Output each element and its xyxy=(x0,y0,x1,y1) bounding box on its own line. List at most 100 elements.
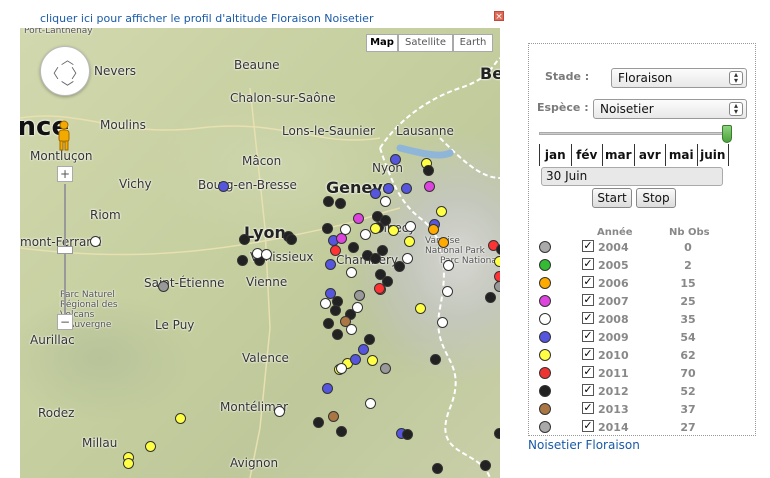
observation-marker[interactable] xyxy=(390,154,401,165)
observation-marker[interactable] xyxy=(430,354,441,365)
observation-marker[interactable] xyxy=(175,413,186,424)
observation-marker[interactable] xyxy=(330,305,341,316)
pan-right-icon[interactable]: 〉 xyxy=(71,63,84,82)
map-view[interactable]: Port-Lanthenay Nevers Beaune Chalon-sur-Saô… xyxy=(20,28,500,478)
observation-marker[interactable] xyxy=(480,460,491,471)
pan-left-icon[interactable]: 〈 xyxy=(46,63,59,82)
observation-marker[interactable] xyxy=(328,411,339,422)
observation-marker[interactable] xyxy=(402,429,413,440)
date-slider-track[interactable] xyxy=(539,132,729,135)
observation-marker[interactable] xyxy=(239,234,250,245)
observation-marker[interactable] xyxy=(340,224,351,235)
year-checkbox[interactable]: ✓ xyxy=(582,312,594,324)
observation-marker[interactable] xyxy=(274,406,285,417)
observation-marker[interactable] xyxy=(352,302,363,313)
observation-marker[interactable] xyxy=(401,183,412,194)
observation-marker[interactable] xyxy=(432,463,443,474)
year-checkbox[interactable]: ✓ xyxy=(582,240,594,252)
start-button[interactable]: Start xyxy=(592,188,632,208)
observation-marker[interactable] xyxy=(346,267,357,278)
observation-marker[interactable] xyxy=(494,428,500,439)
observation-marker[interactable] xyxy=(494,281,500,292)
observation-marker[interactable] xyxy=(442,286,453,297)
observation-marker[interactable] xyxy=(496,244,500,255)
observation-marker[interactable] xyxy=(323,196,334,207)
zoom-slider-knob[interactable] xyxy=(57,246,73,254)
stade-select[interactable]: Floraison ▴ ▾ xyxy=(611,68,747,88)
observation-marker[interactable] xyxy=(374,283,385,294)
observation-marker[interactable] xyxy=(443,260,454,271)
observation-marker[interactable] xyxy=(438,237,449,248)
observation-marker[interactable] xyxy=(365,398,376,409)
observation-marker[interactable] xyxy=(330,245,341,256)
observation-marker[interactable] xyxy=(218,181,229,192)
observation-marker[interactable] xyxy=(437,317,448,328)
observation-marker[interactable] xyxy=(320,298,331,309)
observation-marker[interactable] xyxy=(336,363,347,374)
map-type-satellite-button[interactable]: Satellite xyxy=(398,34,453,52)
observation-marker[interactable] xyxy=(436,206,447,217)
zoom-out-button[interactable]: − xyxy=(57,314,73,330)
year-checkbox[interactable]: ✓ xyxy=(582,366,594,378)
year-checkbox[interactable]: ✓ xyxy=(582,402,594,414)
observation-marker[interactable] xyxy=(313,417,324,428)
observation-marker[interactable] xyxy=(370,188,381,199)
year-checkbox[interactable]: ✓ xyxy=(582,420,594,432)
map-type-earth-button[interactable]: Earth xyxy=(453,34,493,52)
observation-marker[interactable] xyxy=(332,329,343,340)
observation-marker[interactable] xyxy=(123,458,134,469)
map-type-map-button[interactable]: Map xyxy=(366,34,398,52)
observation-marker[interactable] xyxy=(405,221,416,232)
year-checkbox[interactable]: ✓ xyxy=(582,348,594,360)
observation-marker[interactable] xyxy=(364,334,375,345)
altitude-profile-link[interactable]: cliquer ici pour afficher le profil d'al… xyxy=(40,12,373,25)
observation-marker[interactable] xyxy=(323,318,334,329)
observation-marker[interactable] xyxy=(350,354,361,365)
observation-marker[interactable] xyxy=(404,236,415,247)
year-checkbox[interactable]: ✓ xyxy=(582,294,594,306)
observation-marker[interactable] xyxy=(346,324,357,335)
observation-marker[interactable] xyxy=(237,255,248,266)
observation-marker[interactable] xyxy=(485,292,496,303)
pan-control[interactable]: ︿ ﹀ 〈 〉 xyxy=(40,46,90,96)
observation-marker[interactable] xyxy=(336,426,347,437)
observation-marker[interactable] xyxy=(423,165,434,176)
observation-marker[interactable] xyxy=(428,224,439,235)
observation-marker[interactable] xyxy=(353,213,364,224)
observation-marker[interactable] xyxy=(145,441,156,452)
observation-marker[interactable] xyxy=(367,355,378,366)
observation-marker[interactable] xyxy=(380,363,391,374)
observation-marker[interactable] xyxy=(415,303,426,314)
year-checkbox[interactable]: ✓ xyxy=(582,384,594,396)
observation-marker[interactable] xyxy=(380,215,391,226)
observation-marker[interactable] xyxy=(358,344,369,355)
stop-button[interactable]: Stop xyxy=(636,188,676,208)
observation-marker[interactable] xyxy=(424,181,435,192)
espece-select[interactable]: Noisetier ▴ ▾ xyxy=(593,99,747,119)
observation-marker[interactable] xyxy=(348,242,359,253)
observation-marker[interactable] xyxy=(370,253,381,264)
observation-marker[interactable] xyxy=(322,383,333,394)
observation-marker[interactable] xyxy=(383,183,394,194)
observation-marker[interactable] xyxy=(394,261,405,272)
year-checkbox[interactable]: ✓ xyxy=(582,276,594,288)
year-checkbox[interactable]: ✓ xyxy=(582,258,594,270)
observation-marker[interactable] xyxy=(360,229,371,240)
observation-marker[interactable] xyxy=(158,281,169,292)
date-display-field[interactable]: 30 Juin xyxy=(541,167,723,186)
year-checkbox[interactable]: ✓ xyxy=(582,330,594,342)
street-view-pegman-icon[interactable] xyxy=(55,120,73,152)
observation-marker[interactable] xyxy=(370,223,381,234)
observation-marker[interactable] xyxy=(325,259,336,270)
observation-marker[interactable] xyxy=(90,236,101,247)
observation-marker[interactable] xyxy=(388,225,399,236)
observation-marker[interactable] xyxy=(354,290,365,301)
observation-marker[interactable] xyxy=(335,198,346,209)
date-slider-handle[interactable] xyxy=(722,125,732,143)
zoom-in-button[interactable]: + xyxy=(57,166,73,182)
close-icon[interactable]: × xyxy=(494,11,504,22)
observation-marker[interactable] xyxy=(380,196,391,207)
observation-marker[interactable] xyxy=(286,234,297,245)
observation-marker[interactable] xyxy=(494,256,500,267)
observation-marker[interactable] xyxy=(322,223,333,234)
